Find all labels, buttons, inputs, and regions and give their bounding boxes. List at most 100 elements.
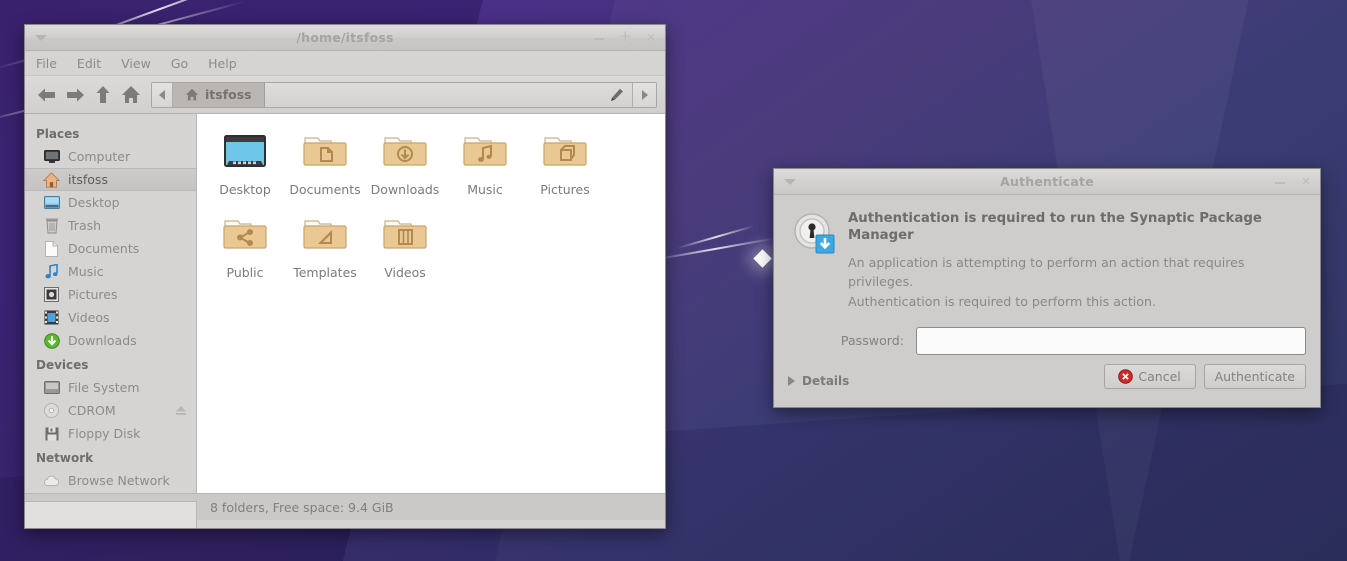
templates-folder-icon bbox=[303, 220, 347, 249]
home-icon bbox=[122, 86, 140, 103]
sidebar-item-file-system[interactable]: File System bbox=[25, 376, 196, 399]
pencil-icon bbox=[611, 88, 623, 101]
file-item-desktop[interactable]: Desktop bbox=[205, 128, 285, 197]
sidebar-item-label: CDROM bbox=[68, 403, 116, 418]
downloads-icon bbox=[43, 332, 60, 349]
path-bar-empty-area[interactable] bbox=[264, 82, 632, 107]
sidebar-item-label: Computer bbox=[68, 149, 131, 164]
floppy-icon bbox=[43, 425, 60, 442]
window-menu-icon[interactable] bbox=[35, 34, 47, 41]
sidebar-item-floppy-disk[interactable]: Floppy Disk bbox=[25, 422, 196, 445]
eject-icon[interactable] bbox=[175, 404, 187, 416]
file-item-public[interactable]: Public bbox=[205, 211, 285, 280]
authenticate-button[interactable]: Authenticate bbox=[1203, 364, 1306, 389]
sidebar-item-trash[interactable]: Trash bbox=[25, 214, 196, 237]
home-button[interactable] bbox=[117, 81, 145, 109]
sidebar-item-label: Pictures bbox=[68, 287, 118, 302]
file-item-videos[interactable]: Videos bbox=[365, 211, 445, 280]
home-icon bbox=[185, 88, 199, 101]
file-item-label: Documents bbox=[289, 182, 361, 197]
sidebar-item-pictures[interactable]: Pictures bbox=[25, 283, 196, 306]
file-item-downloads[interactable]: Downloads bbox=[365, 128, 445, 197]
sidebar[interactable]: Places Computer itsfoss Desktop Trash Do… bbox=[25, 114, 197, 493]
sidebar-item-label: Music bbox=[68, 264, 104, 279]
sidebar-item-label: Browse Network bbox=[68, 473, 170, 488]
up-button[interactable] bbox=[89, 81, 117, 109]
sidebar-item-documents[interactable]: Documents bbox=[25, 237, 196, 260]
authenticate-dialog[interactable]: Authenticate Authentication is required … bbox=[773, 168, 1321, 408]
auth-text-block: Authentication is required to run the Sy… bbox=[848, 209, 1306, 311]
sidebar-item-browse-network[interactable]: Browse Network bbox=[25, 469, 196, 492]
sidebar-item-label: Desktop bbox=[68, 195, 120, 210]
lock-with-download-badge-icon bbox=[794, 213, 835, 254]
file-item-label: Downloads bbox=[370, 182, 440, 197]
auth-dialog-body: Authentication is required to run the Sy… bbox=[774, 195, 1320, 311]
file-manager-window[interactable]: /home/itsfoss File Edit View Go Help bbox=[24, 24, 666, 529]
status-bar-text: 8 folders, Free space: 9.4 GiB bbox=[210, 499, 394, 515]
file-item-documents[interactable]: Documents bbox=[285, 128, 365, 197]
error-circle-icon bbox=[1118, 369, 1134, 384]
auth-heading: Authentication is required to run the Sy… bbox=[848, 211, 1262, 243]
details-label: Details bbox=[802, 373, 850, 388]
close-icon[interactable] bbox=[1300, 176, 1312, 188]
music-folder-icon bbox=[463, 137, 507, 166]
menu-edit[interactable]: Edit bbox=[77, 56, 112, 71]
sidebar-item-desktop[interactable]: Desktop bbox=[25, 191, 196, 214]
network-icon bbox=[43, 472, 60, 489]
sidebar-header-network: Network bbox=[36, 451, 94, 465]
menu-file[interactable]: File bbox=[36, 56, 68, 71]
sidebar-item-cdrom[interactable]: CDROM bbox=[25, 399, 196, 422]
sidebar-item-music[interactable]: Music bbox=[25, 260, 196, 283]
home-icon bbox=[43, 171, 60, 188]
sidebar-item-videos[interactable]: Videos bbox=[25, 306, 196, 329]
auth-dialog-titlebar[interactable]: Authenticate bbox=[774, 169, 1320, 195]
chevron-right-icon bbox=[788, 375, 795, 386]
minimize-icon[interactable] bbox=[593, 32, 605, 44]
menu-go[interactable]: Go bbox=[171, 56, 199, 71]
sidebar-item-downloads[interactable]: Downloads bbox=[25, 329, 196, 352]
arrow-right-icon bbox=[67, 88, 84, 101]
minimize-icon[interactable] bbox=[1274, 176, 1286, 188]
harddisk-icon bbox=[43, 379, 60, 396]
maximize-icon[interactable] bbox=[619, 30, 631, 44]
auth-body-line-1: An application is attempting to perform … bbox=[848, 255, 1245, 290]
path-scroll-right-button[interactable] bbox=[632, 82, 656, 107]
file-item-label: Pictures bbox=[540, 182, 590, 197]
forward-button[interactable] bbox=[61, 81, 89, 109]
sidebar-item-label: File System bbox=[68, 380, 140, 395]
arrow-left-icon bbox=[38, 88, 55, 101]
auth-dialog-window-controls bbox=[1274, 176, 1312, 188]
auth-body-line-2: Authentication is required to perform th… bbox=[848, 293, 1156, 309]
videos-folder-icon bbox=[383, 220, 427, 249]
password-row: Password: bbox=[788, 326, 1306, 355]
menu-view[interactable]: View bbox=[121, 56, 162, 71]
cancel-button[interactable]: Cancel bbox=[1103, 364, 1196, 389]
path-scroll-left-button[interactable] bbox=[152, 82, 173, 107]
password-label: Password: bbox=[840, 333, 904, 349]
file-item-pictures[interactable]: Pictures bbox=[525, 128, 605, 197]
document-icon bbox=[43, 240, 60, 257]
menu-help[interactable]: Help bbox=[208, 56, 248, 71]
authenticate-label: Authenticate bbox=[1214, 369, 1295, 384]
pictures-folder-icon bbox=[543, 137, 587, 166]
file-item-label: Public bbox=[226, 265, 264, 280]
sidebar-header-places: Places bbox=[36, 127, 80, 141]
file-item-templates[interactable]: Templates bbox=[285, 211, 365, 280]
breadcrumb-itsfoss[interactable]: itsfoss bbox=[173, 82, 265, 107]
sidebar-item-label: Trash bbox=[68, 218, 102, 233]
file-item-label: Videos bbox=[384, 265, 426, 280]
close-icon[interactable] bbox=[645, 32, 657, 44]
file-manager-title: /home/itsfoss bbox=[296, 30, 394, 45]
chevron-right-icon bbox=[642, 89, 648, 100]
sidebar-item-computer[interactable]: Computer bbox=[25, 145, 196, 168]
file-item-music[interactable]: Music bbox=[445, 128, 525, 197]
password-input[interactable] bbox=[916, 326, 1306, 355]
file-manager-titlebar[interactable]: /home/itsfoss bbox=[25, 25, 665, 51]
window-menu-icon[interactable] bbox=[784, 178, 796, 185]
path-bar[interactable]: itsfoss bbox=[151, 81, 657, 108]
back-button[interactable] bbox=[33, 81, 61, 109]
file-icon-view[interactable]: Desktop Documents Downloads Music Pictur… bbox=[197, 114, 665, 493]
sidebar-item-label: itsfoss bbox=[68, 172, 108, 187]
sidebar-item-itsfoss[interactable]: itsfoss bbox=[25, 168, 196, 191]
breadcrumb-label: itsfoss bbox=[205, 87, 252, 102]
